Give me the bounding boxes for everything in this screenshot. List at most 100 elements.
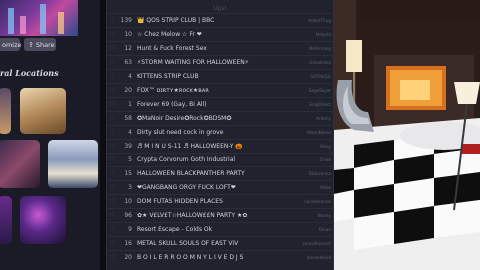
- room-list-panel: Ups! ♡ 139 👑 QOS STRIP CLUB | BBC AdamThug ♡…: [106, 0, 335, 270]
- location-thumbnail[interactable]: [0, 196, 12, 244]
- favorite-heart-icon[interactable]: ♡: [107, 17, 117, 24]
- room-row[interactable]: ♡ 139 👑 QOS STRIP CLUB | BBC AdamThug: [107, 13, 335, 27]
- 3d-scene-view[interactable]: [334, 0, 480, 270]
- list-header: Ups!: [213, 5, 227, 12]
- room-user-count: 9: [128, 226, 132, 234]
- scene-graphic: [334, 0, 480, 270]
- room-row[interactable]: ♡ 12 Hunt & Fuck Forest Sex MsAmrany: [107, 40, 335, 55]
- favorite-heart-icon[interactable]: ♡: [107, 143, 117, 150]
- room-user-count: 3: [128, 184, 132, 192]
- room-name: KITTENS STRIP CLUB: [137, 72, 199, 80]
- room-name: ♬ M I N U S-11 ♬ HALLOWEEN-Y 🎃: [137, 142, 243, 150]
- room-owner: Antony: [316, 115, 331, 121]
- room-owner: Gioadrano: [309, 59, 331, 65]
- favorite-heart-icon[interactable]: ♡: [107, 87, 117, 94]
- room-row[interactable]: ♡ 4 KITTENS STRIP CLUB GOTdaGG: [107, 68, 335, 83]
- room-owner: EnigDirect: [309, 101, 331, 107]
- favorite-heart-icon[interactable]: ♡: [107, 101, 117, 108]
- room-user-count: 96: [124, 212, 132, 220]
- room-owner: BlaLuanna: [309, 171, 331, 177]
- room-owner: GOTdaGG: [310, 73, 331, 79]
- room-owner: Dinon: [318, 227, 331, 233]
- room-user-count: 139: [120, 16, 132, 24]
- room-user-count: 10: [124, 30, 132, 38]
- room-owner: MoonName: [307, 129, 331, 135]
- room-name: ✪MaNoir Desire✪Rock✪BDSM✪: [137, 114, 232, 122]
- share-icon: ⇪: [28, 40, 34, 49]
- section-title: ral Locations: [0, 68, 59, 78]
- room-owner: Melyria: [315, 31, 331, 37]
- room-name: ☆ Chez Melow ☆ Fr ❤: [137, 30, 202, 38]
- room-row[interactable]: ♡ 63 ⚡STORM WAITING FOR HALLOWEEN⚡ Gioadran…: [107, 54, 335, 69]
- room-owner: Zinke: [319, 157, 331, 163]
- room-name: ✿★ V£LV£T☆HALLOW££N PARTY ★✿: [137, 212, 248, 220]
- room-user-count: 58: [124, 114, 132, 122]
- room-user-count: 12: [124, 44, 132, 52]
- location-thumbnail[interactable]: [20, 196, 66, 244]
- location-thumbnail[interactable]: [48, 140, 98, 188]
- location-thumbnail[interactable]: [0, 140, 40, 188]
- room-user-count: 1: [128, 100, 132, 108]
- room-row[interactable]: ♡ 39 ♬ M I N U S-11 ♬ HALLOWEEN-Y 🎃 Hany: [107, 138, 335, 153]
- room-user-count: 5: [128, 156, 132, 164]
- favorite-heart-icon[interactable]: ♡: [107, 115, 117, 122]
- favorite-heart-icon[interactable]: ♡: [107, 226, 117, 233]
- room-user-count: 20: [124, 254, 132, 262]
- favorite-heart-icon[interactable]: ♡: [107, 212, 117, 219]
- room-row[interactable]: ♡ 10 DOM FUTAS HIDDEN PLACES LunaInsanne: [107, 194, 335, 208]
- room-user-count: 4: [128, 128, 132, 136]
- room-name: 👑 QOS STRIP CLUB | BBC: [137, 16, 215, 24]
- room-user-count: 10: [124, 198, 132, 206]
- room-row[interactable]: ♡ 1 Forever 69 (Gay, Bi All) EnigDirect: [107, 96, 335, 111]
- room-row[interactable]: ♡ 4 Dirty slut need cock in grove MoonName: [107, 124, 335, 139]
- favorite-heart-icon[interactable]: ♡: [107, 198, 117, 205]
- room-row[interactable]: ♡ 16 METAL SKULL SOULS OF EAST ViV zeravill…: [107, 236, 335, 250]
- location-thumbnail[interactable]: [20, 88, 66, 134]
- favorite-heart-icon[interactable]: ♡: [107, 31, 117, 38]
- room-owner: Naney: [317, 213, 331, 219]
- room-name: METAL SKULL SOULS OF EAST ViV: [137, 240, 239, 248]
- room-row[interactable]: ♡ 58 ✪MaNoir Desire✪Rock✪BDSM✪ Antony: [107, 110, 335, 125]
- room-row[interactable]: ♡ 20 FOX™ ᴅɪʀᴛʏ★ʀᴏᴄᴋ★ʙᴀʀ SegoSkyer: [107, 82, 335, 97]
- location-thumbnail[interactable]: [0, 88, 11, 134]
- favorite-heart-icon[interactable]: ♡: [107, 59, 117, 66]
- room-user-count: 15: [124, 170, 132, 178]
- left-panel: omize ⇪ Share ral Locations: [0, 0, 100, 270]
- favorite-heart-icon[interactable]: ♡: [107, 129, 117, 136]
- room-owner: Milex: [320, 185, 331, 191]
- customize-button[interactable]: omize: [0, 38, 22, 51]
- room-thumbnail[interactable]: [0, 0, 78, 36]
- room-row[interactable]: ♡ 3 ❤GANGBANG ORGY FUCK LOFT❤ Milex: [107, 180, 335, 194]
- room-name: FOX™ ᴅɪʀᴛʏ★ʀᴏᴄᴋ★ʙᴀʀ: [137, 86, 209, 94]
- favorite-heart-icon[interactable]: ♡: [107, 240, 117, 247]
- room-user-count: 16: [124, 240, 132, 248]
- room-owner: MsAmrany: [308, 45, 331, 51]
- room-row[interactable]: ♡ 5 Crypta Corvorum Goth Industrial Zinke: [107, 152, 335, 167]
- room-row[interactable]: ♡ 15 HALLOWEEN BLACKPANTHER PARTY BlaLuanna: [107, 166, 335, 180]
- room-name: Crypta Corvorum Goth Industrial: [137, 156, 236, 164]
- room-owner: Jamesdavid: [306, 255, 331, 261]
- favorite-heart-icon[interactable]: ♡: [107, 45, 117, 52]
- room-name: HALLOWEEN BLACKPANTHER PARTY: [137, 170, 245, 178]
- room-row[interactable]: ♡ 20 B O I L E R R O O M N Y L I V E D J S…: [107, 250, 335, 264]
- room-row[interactable]: ♡ 9 Resort Escape - Colds Ok Dinon: [107, 222, 335, 236]
- room-name: Forever 69 (Gay, Bi All): [137, 100, 207, 108]
- room-row[interactable]: ♡ 10 ☆ Chez Melow ☆ Fr ❤ Melyria: [107, 26, 335, 41]
- share-label: Share: [35, 40, 55, 49]
- room-owner: AdamThug: [308, 17, 331, 23]
- share-button[interactable]: ⇪ Share: [24, 38, 56, 51]
- room-user-count: 4: [128, 72, 132, 80]
- favorite-heart-icon[interactable]: ♡: [107, 156, 117, 163]
- room-name: ⚡STORM WAITING FOR HALLOWEEN⚡: [137, 58, 249, 66]
- favorite-heart-icon[interactable]: ♡: [107, 170, 117, 177]
- favorite-heart-icon[interactable]: ♡: [107, 184, 117, 191]
- customize-label: omize: [2, 40, 22, 49]
- room-user-count: 63: [124, 58, 132, 66]
- favorite-heart-icon[interactable]: ♡: [107, 73, 117, 80]
- room-owner: LunaInsanne: [304, 199, 331, 205]
- room-owner: zeravillassem: [302, 241, 331, 247]
- favorite-heart-icon[interactable]: ♡: [107, 254, 117, 261]
- room-name: Resort Escape - Colds Ok: [137, 226, 213, 234]
- room-owner: SegoSkyer: [308, 87, 331, 93]
- room-row[interactable]: ♡ 96 ✿★ V£LV£T☆HALLOW££N PARTY ★✿ Naney: [107, 208, 335, 222]
